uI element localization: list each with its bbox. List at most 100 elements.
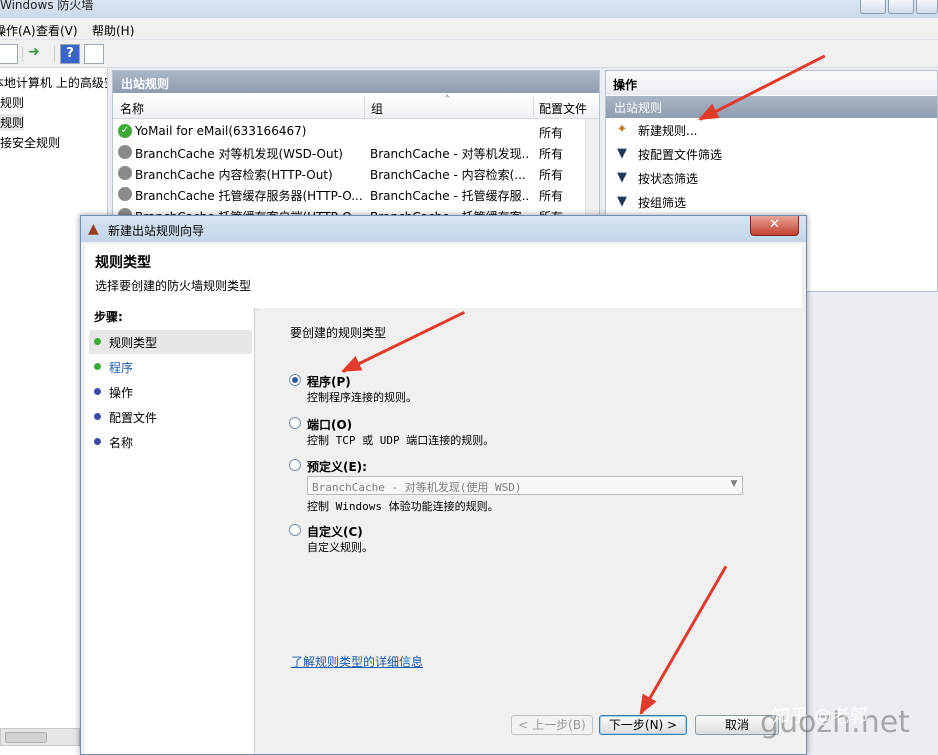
new-rule-icon: ✦	[616, 122, 628, 137]
rule-name: BranchCache 对等机发现(WSD-Out)	[135, 147, 343, 161]
window-titlebar: Windows 防火墙	[0, 0, 938, 18]
rule-profile: 所有	[539, 168, 564, 182]
predefined-select-value: BranchCache - 对等机发现(使用 WSD)	[312, 481, 522, 494]
step-label: 操作	[109, 386, 134, 400]
step-pending-dot-icon	[94, 413, 101, 420]
back-button[interactable]: < 上一步(B)	[511, 715, 593, 735]
column-name[interactable]: 名称	[120, 100, 144, 117]
option-program-desc: 控制程序连接的规则。	[307, 391, 417, 404]
enabled-check-icon: ✓	[118, 124, 132, 138]
option-custom-desc: 自定义规则。	[307, 541, 373, 554]
menu-help[interactable]: 帮助(H)	[92, 22, 134, 39]
page-subheading: 选择要创建的防火墙规则类型	[95, 279, 252, 293]
window-title: Windows 防火墙	[0, 0, 94, 12]
rule-profile: 所有	[539, 147, 564, 161]
watermark-small: 知乎 @老郭	[772, 706, 868, 727]
option-predefined-desc: 控制 Windows 体验功能连接的规则。	[307, 500, 499, 513]
step-rule-type[interactable]: 规则类型	[89, 330, 252, 354]
table-row[interactable]: BranchCache 对等机发现(WSD-Out) BranchCache -…	[113, 142, 585, 163]
predefined-select[interactable]: BranchCache - 对等机发现(使用 WSD) ▼	[307, 476, 743, 495]
action-filter-group[interactable]: ▼ 按组筛选	[614, 192, 914, 214]
step-pending-dot-icon	[94, 388, 101, 395]
column-header-row: 名称 ˆ 组 配置文件	[113, 95, 599, 119]
rule-name: BranchCache 内容检索(HTTP-Out)	[135, 168, 333, 182]
filter-icon: ▼	[617, 146, 627, 161]
step-active-dot-icon	[94, 363, 101, 370]
step-profile[interactable]: 配置文件	[89, 405, 252, 429]
rule-type-prompt: 要创建的规则类型	[290, 326, 387, 340]
disabled-rule-icon	[118, 187, 132, 201]
radio-program[interactable]	[289, 374, 301, 386]
chevron-down-icon: ▼	[730, 479, 738, 489]
step-label: 规则类型	[109, 336, 158, 350]
table-row[interactable]: BranchCache 内容检索(HTTP-Out) BranchCache -…	[113, 163, 585, 184]
steps-panel: 步骤: 规则类型 程序 操作 配置文件 名称	[85, 308, 255, 754]
filter-icon: ▼	[617, 170, 627, 185]
next-button[interactable]: 下一步(N) >	[599, 715, 687, 735]
step-program[interactable]: 程序	[89, 355, 252, 379]
new-outbound-rule-wizard: ▲ 新建出站规则向导 ✕ 规则类型 选择要创建的防火墙规则类型 步骤: 规则类型…	[80, 215, 807, 755]
step-action[interactable]: 操作	[89, 380, 252, 404]
step-done-dot-icon	[94, 338, 101, 345]
option-port-desc: 控制 TCP 或 UDP 端口连接的规则。	[307, 434, 495, 447]
menu-bar: 操作(A) 查看(V) 帮助(H)	[0, 18, 938, 40]
step-label: 程序	[109, 361, 134, 375]
content-area: 要创建的规则类型 程序(P) 控制程序连接的规则。 端口(O) 控制 TCP 或…	[257, 308, 802, 754]
close-window-button[interactable]	[916, 0, 938, 14]
page-heading: 规则类型	[95, 255, 151, 271]
column-group[interactable]: 组	[371, 100, 383, 117]
toolbar: ➜ ?	[0, 40, 938, 68]
maximize-button[interactable]	[888, 0, 914, 14]
column-divider[interactable]	[533, 97, 534, 117]
action-filter-profile[interactable]: ▼ 按配置文件筛选	[614, 144, 914, 166]
close-icon[interactable]: ✕	[750, 216, 799, 236]
option-port-title[interactable]: 端口(O)	[307, 416, 352, 433]
tree-item-root[interactable]: 本地计算机 上的高级安全 Wind	[0, 74, 107, 91]
tree-item-connection-security[interactable]: 连接安全规则	[0, 134, 60, 151]
dialog-titlebar: ▲ 新建出站规则向导 ✕	[81, 216, 806, 242]
help-icon[interactable]: ?	[60, 44, 80, 64]
option-predefined-title[interactable]: 预定义(E):	[307, 458, 367, 475]
menu-action[interactable]: 操作(A)	[0, 22, 36, 39]
column-profile[interactable]: 配置文件	[539, 100, 587, 117]
show-action-pane-icon[interactable]	[84, 44, 104, 64]
rule-profile: 所有	[539, 189, 564, 203]
minimize-button[interactable]	[860, 0, 886, 14]
disabled-rule-icon	[118, 166, 132, 180]
rule-group: BranchCache - 托管缓存服...	[370, 189, 530, 203]
export-list-icon[interactable]: ➜	[28, 44, 48, 64]
rule-name: YoMail for eMail(633166467)	[135, 124, 307, 138]
menu-view[interactable]: 查看(V)	[36, 22, 78, 39]
radio-custom[interactable]	[289, 524, 301, 536]
tree-item-outbound[interactable]: 出站规则	[0, 114, 25, 131]
filter-icon: ▼	[617, 194, 627, 209]
sort-caret-icon: ˆ	[445, 95, 450, 106]
column-divider[interactable]	[364, 97, 365, 117]
toolbar-separator	[54, 46, 55, 62]
radio-port[interactable]	[289, 417, 301, 429]
show-tree-icon[interactable]	[0, 44, 18, 64]
step-label: 名称	[109, 436, 134, 450]
option-custom-title[interactable]: 自定义(C)	[307, 523, 363, 540]
steps-label: 步骤:	[94, 310, 123, 324]
tree-item-inbound[interactable]: 入站规则	[0, 94, 24, 111]
actions-section-header[interactable]: 出站规则	[606, 96, 937, 118]
rule-profile: 所有	[539, 126, 564, 140]
scrollbar-thumb[interactable]	[5, 732, 47, 743]
table-row[interactable]: ✓ YoMail for eMail(633166467) 所有	[113, 121, 585, 142]
horizontal-scrollbar[interactable]	[0, 728, 80, 746]
radio-predefined[interactable]	[289, 459, 301, 471]
rule-group: BranchCache - 对等机发现...	[370, 147, 530, 161]
table-row[interactable]: BranchCache 托管缓存服务器(HTTP-O... BranchCach…	[113, 184, 585, 205]
learn-more-link[interactable]: 了解规则类型的详细信息	[291, 653, 423, 670]
firewall-icon: ▲	[88, 221, 99, 237]
dialog-header: 规则类型 选择要创建的防火墙规则类型	[85, 244, 802, 310]
action-new-rule[interactable]: ✦ 新建规则...	[614, 120, 914, 142]
action-filter-state[interactable]: ▼ 按状态筛选	[614, 168, 914, 190]
rule-name: BranchCache 托管缓存服务器(HTTP-O...	[135, 189, 363, 203]
pane-header: 出站规则	[113, 71, 599, 93]
step-name[interactable]: 名称	[89, 430, 252, 454]
step-pending-dot-icon	[94, 438, 101, 445]
action-label: 新建规则...	[638, 124, 698, 138]
action-label: 按状态筛选	[638, 172, 699, 186]
